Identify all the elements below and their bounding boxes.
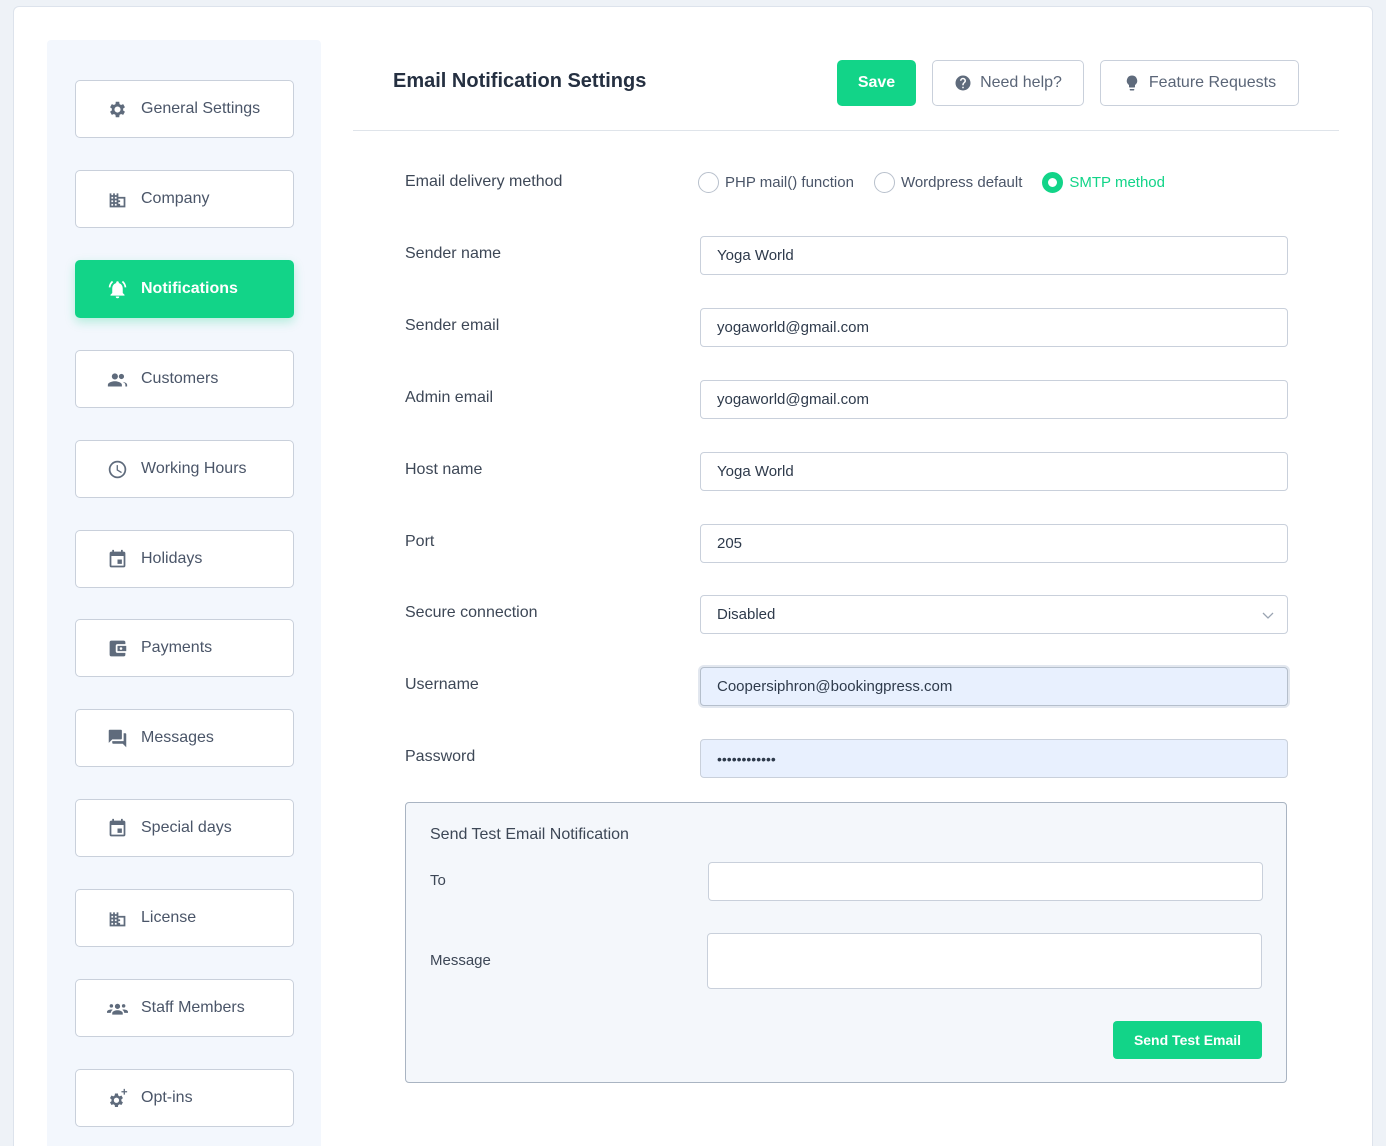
sidebar-item-label: Staff Members [141, 999, 245, 1016]
secure-connection-select[interactable]: Disabled [700, 595, 1288, 634]
radio-php-mail[interactable]: PHP mail() function [698, 172, 854, 193]
radio-circle [698, 172, 719, 193]
test-email-title: Send Test Email Notification [430, 826, 629, 843]
clock-icon [106, 458, 128, 480]
radio-circle [873, 172, 895, 193]
wallet-icon [106, 637, 128, 659]
sender-email-value: yogaworld@gmail.com [717, 319, 869, 336]
sidebar-item-label: Company [141, 190, 210, 207]
sidebar-item-label: Working Hours [141, 460, 247, 477]
admin-email-input[interactable]: yogaworld@gmail.com [700, 380, 1288, 419]
username-input[interactable]: Coopersiphron@bookingpress.com [700, 667, 1288, 706]
feature-requests-label: Feature Requests [1148, 74, 1277, 91]
secure-connection-label: Secure connection [405, 604, 538, 621]
username-value: Coopersiphron@bookingpress.com [717, 678, 953, 695]
sidebar-item-payments[interactable]: Payments [75, 619, 294, 677]
port-input[interactable]: 205 [700, 524, 1288, 563]
building-icon [106, 907, 128, 929]
sidebar-item-customers[interactable]: Customers [75, 350, 294, 408]
sidebar-item-messages[interactable]: Messages [75, 709, 294, 767]
delivery-method-radio-group: PHP mail() function Wordpress default SM… [698, 172, 1185, 193]
need-help-label: Need help? [980, 74, 1062, 91]
sidebar-item-label: Holidays [141, 550, 203, 567]
sidebar-item-label: Special days [141, 819, 232, 836]
secure-connection-value: Disabled [717, 606, 776, 623]
password-label: Password [405, 748, 476, 765]
sender-name-value: Yoga World [717, 247, 794, 264]
sidebar-item-general-settings[interactable]: General Settings [75, 80, 294, 138]
group-icon [106, 997, 128, 1019]
sidebar-item-staff-members[interactable]: Staff Members [75, 979, 294, 1037]
bell-icon [106, 278, 128, 300]
host-name-value: Yoga World [717, 463, 794, 480]
sidebar-item-holidays[interactable]: Holidays [75, 530, 294, 588]
users-icon [106, 368, 128, 390]
test-message-label: Message [430, 952, 491, 969]
sidebar-item-working-hours[interactable]: Working Hours [75, 440, 294, 498]
calendar-icon [106, 548, 128, 570]
sender-name-input[interactable]: Yoga World [700, 236, 1288, 275]
test-to-label: To [430, 872, 446, 889]
admin-email-value: yogaworld@gmail.com [717, 391, 869, 408]
lightbulb-icon [1126, 75, 1138, 91]
sidebar-item-label: Opt-ins [141, 1089, 193, 1106]
chevron-down-icon [1262, 612, 1274, 619]
sender-name-label: Sender name [405, 245, 502, 262]
building-icon [106, 188, 128, 210]
sidebar-item-label: Notifications [141, 280, 238, 297]
sender-email-label: Sender email [405, 317, 500, 334]
sidebar-item-opt-ins[interactable]: Opt-ins [75, 1069, 294, 1127]
send-test-email-button[interactable]: Send Test Email [1113, 1021, 1262, 1059]
need-help-button[interactable]: Need help? [932, 60, 1084, 106]
host-name-label: Host name [405, 461, 483, 478]
sidebar-item-company[interactable]: Company [75, 170, 294, 228]
radio-smtp-method[interactable]: SMTP method [1042, 172, 1165, 193]
delivery-method-label: Email delivery method [405, 173, 563, 190]
host-name-input[interactable]: Yoga World [700, 452, 1288, 491]
question-icon [955, 75, 971, 91]
password-input[interactable]: •••••••••••• [700, 739, 1288, 778]
username-label: Username [405, 676, 479, 693]
radio-wordpress-default[interactable]: Wordpress default [873, 172, 1023, 193]
save-button[interactable]: Save [837, 60, 916, 106]
test-to-input[interactable] [708, 862, 1263, 901]
sidebar-item-notifications[interactable]: Notifications [75, 260, 294, 318]
sidebar-item-label: License [141, 909, 197, 926]
admin-email-label: Admin email [405, 389, 494, 406]
radio-circle [1042, 172, 1064, 193]
feature-requests-button[interactable]: Feature Requests [1100, 60, 1299, 106]
gear-icon [106, 98, 128, 120]
sidebar-item-label: Messages [141, 729, 214, 746]
sidebar-item-label: General Settings [141, 100, 261, 117]
sidebar-item-license[interactable]: License [75, 889, 294, 947]
sender-email-input[interactable]: yogaworld@gmail.com [700, 308, 1288, 347]
port-label: Port [405, 533, 435, 550]
calendar-icon [106, 817, 128, 839]
chat-icon [106, 727, 128, 749]
gear-plus-icon [106, 1087, 128, 1109]
test-message-input[interactable] [707, 933, 1262, 989]
port-value: 205 [717, 535, 743, 552]
sidebar-item-label: Payments [141, 639, 213, 656]
radio-label: PHP mail() function [725, 174, 854, 191]
sidebar-item-special-days[interactable]: Special days [75, 799, 294, 857]
page-title: Email Notification Settings [393, 70, 647, 92]
radio-label: Wordpress default [900, 174, 1023, 191]
password-value: •••••••••••• [717, 750, 776, 767]
radio-label: SMTP method [1069, 174, 1165, 191]
header-divider [353, 130, 1339, 131]
sidebar-item-label: Customers [141, 370, 219, 387]
